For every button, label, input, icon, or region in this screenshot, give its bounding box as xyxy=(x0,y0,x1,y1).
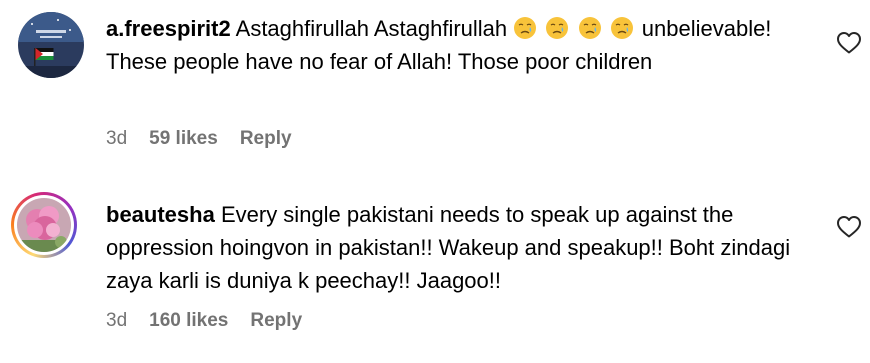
likes-count[interactable]: 160 likes xyxy=(149,310,228,332)
comment-timestamp[interactable]: 3d xyxy=(106,310,127,332)
reply-button[interactable]: Reply xyxy=(240,128,292,150)
reply-button[interactable]: Reply xyxy=(250,310,302,332)
crying-face-icon xyxy=(546,17,569,39)
likes-count[interactable]: 59 likes xyxy=(149,128,218,150)
crying-face-icon xyxy=(578,17,601,39)
crying-face-icon xyxy=(514,17,537,39)
comment-username[interactable]: beautesha xyxy=(106,202,215,227)
comment-username[interactable]: a.freespirit2 xyxy=(106,16,231,41)
avatar-image xyxy=(17,198,71,252)
comment-text: beautesha Every single pakistani needs t… xyxy=(106,198,806,297)
avatar[interactable] xyxy=(11,192,77,258)
emoji-group xyxy=(513,16,642,41)
crying-face-icon xyxy=(610,17,633,39)
avatar-image xyxy=(18,12,84,78)
comment-text: a.freespirit2 Astaghfirullah Astaghfirul… xyxy=(106,12,806,78)
comment-body: Astaghfirullah Astaghfirullah xyxy=(235,16,508,41)
avatar[interactable] xyxy=(18,12,84,78)
heart-outline-icon[interactable] xyxy=(836,215,862,239)
comment-meta: 3d 160 likes Reply xyxy=(106,310,302,332)
comment-meta: 3d 59 likes Reply xyxy=(106,128,292,150)
heart-outline-icon[interactable] xyxy=(836,31,862,55)
comment-timestamp[interactable]: 3d xyxy=(106,128,127,150)
